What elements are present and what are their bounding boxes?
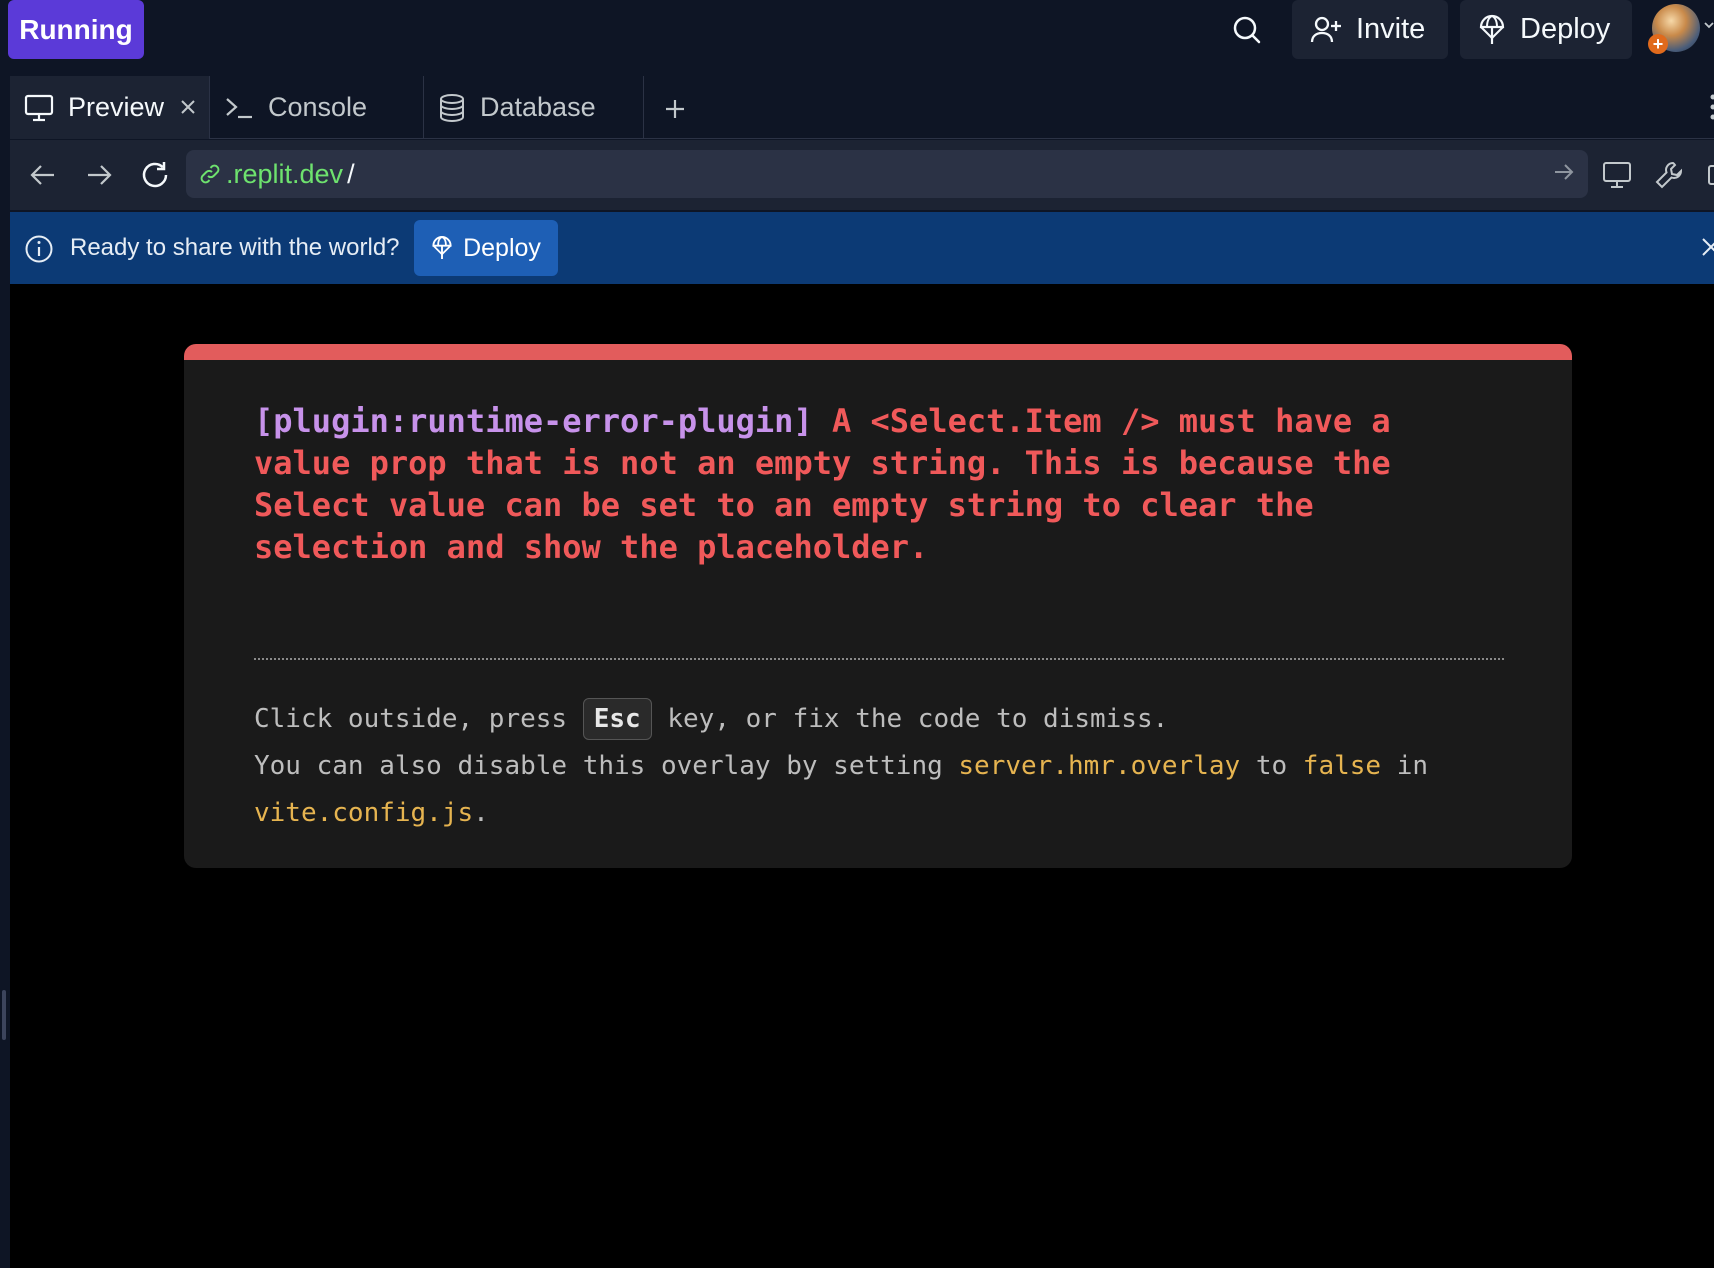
info-icon (24, 234, 54, 264)
chevron-down-icon[interactable] (1704, 20, 1714, 30)
plus-badge-icon: + (1648, 34, 1668, 54)
open-new-tab-icon[interactable] (1700, 160, 1714, 190)
url-text: .replit.dev (226, 158, 344, 189)
forward-arrow-icon[interactable] (84, 160, 114, 190)
invite-label: Invite (1356, 13, 1426, 45)
tab-database[interactable]: Database (424, 76, 644, 139)
deploy-banner: Ready to share with the world? Deploy (10, 212, 1714, 284)
divider (254, 658, 1504, 660)
code-snippet: server.hmr.overlay (958, 751, 1241, 781)
tip-line-3: vite.config.js. (254, 790, 1514, 837)
deploy-button[interactable]: Deploy (1460, 0, 1632, 59)
search-icon[interactable] (1225, 8, 1269, 52)
tip-text: key, or fix the code to dismiss. (651, 704, 1169, 734)
banner-deploy-label: Deploy (463, 233, 541, 262)
tip-text: . (473, 798, 489, 828)
deploy-label: Deploy (1520, 13, 1611, 45)
tab-database-label: Database (480, 92, 596, 122)
more-options-icon[interactable] (1710, 92, 1714, 122)
tip-line-2: You can also disable this overlay by set… (254, 743, 1514, 790)
tip-line-1: Click outside, press Esc key, or fix the… (254, 696, 1514, 743)
tab-preview-label: Preview (68, 92, 165, 122)
tip-text: to (1240, 751, 1303, 781)
tip-text: in (1381, 751, 1429, 781)
deploy-icon (431, 235, 453, 261)
database-icon (438, 93, 466, 123)
tab-bar: Preview Console Database (10, 76, 1714, 139)
url-input[interactable]: .replit.dev / (186, 150, 1588, 198)
tab-console-label: Console (268, 92, 368, 122)
url-path: / (347, 158, 355, 189)
devtools-wrench-icon[interactable] (1654, 160, 1684, 190)
add-tab-icon[interactable] (658, 92, 692, 126)
error-plugin: [plugin:runtime-error-plugin] (254, 402, 813, 440)
running-button[interactable]: Running (8, 0, 144, 59)
monitor-icon (24, 94, 54, 122)
link-icon (198, 162, 222, 186)
error-overlay: [plugin:runtime-error-plugin] A <Select.… (184, 344, 1572, 868)
device-monitor-icon[interactable] (1602, 160, 1632, 190)
tip-text: You can also disable this overlay by set… (254, 751, 959, 781)
esc-key: Esc (582, 698, 652, 740)
invite-button[interactable]: Invite (1292, 0, 1448, 59)
url-bar: .replit.dev / (10, 140, 1714, 210)
go-arrow-icon[interactable] (1552, 160, 1576, 184)
resize-handle[interactable] (2, 990, 6, 1040)
close-icon[interactable] (1700, 236, 1714, 258)
deploy-icon (1478, 14, 1506, 46)
top-bar: Running Invite Deploy + (0, 0, 1714, 64)
terminal-icon (224, 95, 254, 121)
error-tip: Click outside, press Esc key, or fix the… (254, 696, 1514, 837)
code-snippet: false (1302, 751, 1382, 781)
banner-message: Ready to share with the world? (70, 234, 400, 261)
left-edge (0, 64, 10, 1268)
back-arrow-icon[interactable] (28, 160, 58, 190)
add-user-icon (1310, 15, 1342, 45)
tip-text: Click outside, press (254, 704, 583, 734)
tab-preview[interactable]: Preview (10, 76, 210, 139)
tab-console[interactable]: Console (210, 76, 424, 139)
banner-deploy-button[interactable]: Deploy (414, 220, 558, 276)
code-snippet: vite.config.js (254, 798, 474, 828)
close-icon[interactable] (177, 96, 199, 118)
error-message: [plugin:runtime-error-plugin] A <Select.… (254, 400, 1504, 568)
reload-icon[interactable] (140, 160, 170, 190)
